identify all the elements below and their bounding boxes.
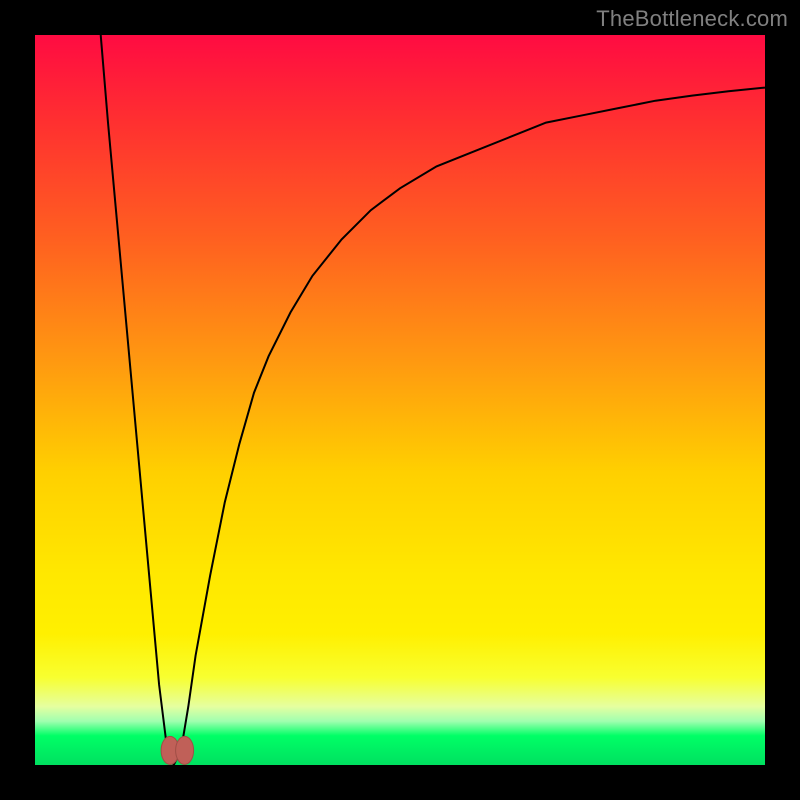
chart-svg: [35, 35, 765, 765]
marker-group: [161, 736, 194, 764]
chart-frame: TheBottleneck.com: [0, 0, 800, 800]
plot-area: [35, 35, 765, 765]
marker-point: [176, 736, 194, 764]
watermark-label: TheBottleneck.com: [596, 6, 788, 32]
curve-line: [101, 35, 765, 765]
